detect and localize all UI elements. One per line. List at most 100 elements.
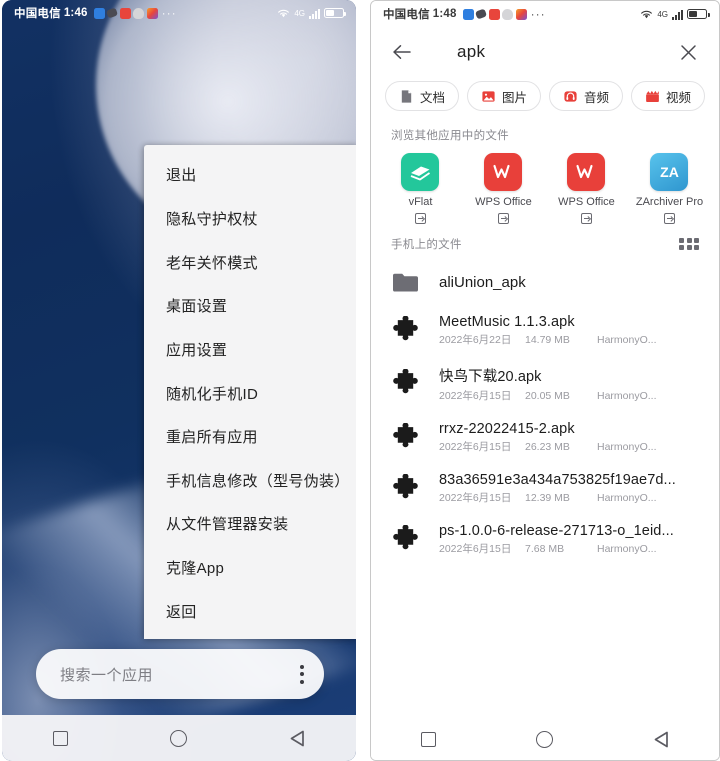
file-row[interactable]: 快鸟下载20.apk 2022年6月15日 20.05 MB HarmonyO.… [371, 356, 719, 412]
app-notification-icon-4 [502, 8, 514, 20]
file-meta: 83a36591e3a434a753825f19ae7d... 2022年6月1… [439, 472, 701, 505]
wifi-icon [641, 10, 653, 18]
menu-item-back[interactable]: 返回 [144, 589, 356, 633]
app-entry-wps-office-1[interactable]: WPS Office [462, 153, 545, 224]
back-button[interactable] [274, 723, 320, 753]
file-row[interactable]: ps-1.0.0-6-release-271713-o_1eid... 2022… [371, 514, 719, 565]
app-entry-zarchiver-pro[interactable]: ZA ZArchiver Pro [628, 153, 711, 224]
other-apps-section-label: 浏览其他应用中的文件 [390, 130, 509, 142]
filter-chip-audio[interactable]: 音频 [548, 81, 623, 111]
network-type-label: 4G [294, 8, 305, 18]
file-source-label: HarmonyO... [596, 333, 657, 346]
signal-bars-icon [672, 9, 683, 20]
arrow-left-icon [393, 45, 411, 59]
notification-icons [93, 7, 158, 19]
puzzle-glyph [393, 369, 418, 394]
app-name-label: vFlat [408, 196, 433, 208]
left-phone: 中国电信 1:46 ··· 4G 退出 隐私守护权杖 老年关怀模式 桌面设置 应… [2, 0, 356, 761]
apk-puzzle-icon [389, 524, 423, 555]
menu-item-exit[interactable]: 退出 [144, 153, 356, 197]
menu-item-elderly-mode[interactable]: 老年关怀模式 [144, 240, 356, 284]
notification-icons [462, 8, 527, 20]
video-icon [646, 90, 659, 102]
home-button[interactable] [522, 724, 568, 754]
file-size-label: 7.68 MB [524, 542, 565, 555]
menu-item-randomize-device-id[interactable]: 随机化手机ID [144, 371, 356, 415]
back-button[interactable] [638, 724, 684, 754]
screenshot-root: 中国电信 1:46 ··· 4G 退出 隐私守护权杖 老年关怀模式 桌面设置 应… [0, 0, 720, 761]
file-size-label: 12.39 MB [524, 491, 570, 504]
app-search-bar[interactable]: 搜索一个应用 [36, 649, 324, 699]
file-list: aliUnion_apk MeetMusic 1.1.3.apk 2022年6月… [371, 260, 719, 760]
menu-item-device-info-spoof[interactable]: 手机信息修改（型号伪装） [144, 458, 356, 502]
app-notification-icon-4 [133, 7, 145, 19]
file-date-label: 2022年6月22日 [438, 334, 512, 346]
document-icon [401, 89, 412, 103]
right-phone: 中国电信 1:48 ··· 4G apk 文档 图片 音频 视频 浏览其他应用中… [369, 0, 720, 761]
circle-icon [536, 730, 554, 748]
app-entry-wps-office-2[interactable]: WPS Office [545, 153, 628, 224]
left-status-bar: 中国电信 1:46 ··· 4G [2, 0, 356, 26]
files-section-label: 手机上的文件 [390, 239, 462, 251]
home-button[interactable] [156, 723, 202, 753]
right-navigation-bar [370, 718, 719, 760]
recents-button[interactable] [38, 723, 84, 753]
recents-button[interactable] [406, 724, 452, 754]
file-name-label: 快鸟下载20.apk [438, 369, 542, 385]
menu-item-restart-all-apps[interactable]: 重启所有应用 [144, 415, 356, 459]
file-date-label: 2022年6月15日 [438, 492, 512, 504]
menu-item-desktop-settings[interactable]: 桌面设置 [144, 284, 356, 328]
carrier-label: 中国电信 [382, 9, 430, 21]
filter-chip-row: 文档 图片 音频 视频 [371, 77, 719, 123]
file-meta: rrxz-22022415-2.apk 2022年6月15日 26.23 MB … [439, 421, 701, 454]
battery-icon [687, 8, 710, 20]
launcher-context-menu: 退出 隐私守护权杖 老年关怀模式 桌面设置 应用设置 随机化手机ID 重启所有应… [144, 145, 356, 639]
open-external-icon [414, 213, 426, 224]
file-size-label: 26.23 MB [524, 440, 570, 453]
signal-bars-icon [308, 8, 320, 19]
file-meta: 快鸟下载20.apk 2022年6月15日 20.05 MB HarmonyO.… [439, 365, 701, 403]
filter-chip-documents[interactable]: 文档 [384, 81, 459, 111]
file-size-label: 14.79 MB [524, 333, 570, 346]
file-name-label: rrxz-22022415-2.apk [438, 421, 575, 437]
folder-row[interactable]: aliUnion_apk [371, 260, 719, 305]
file-date-label: 2022年6月15日 [438, 543, 512, 555]
close-button[interactable] [675, 39, 701, 65]
vflat-icon [401, 153, 440, 191]
app-notification-icon-1 [93, 7, 105, 19]
file-meta: MeetMusic 1.1.3.apk 2022年6月22日 14.79 MB … [439, 314, 701, 347]
folder-glyph [393, 273, 419, 292]
filter-chip-label: 图片 [501, 90, 527, 105]
wps-office-icon [567, 153, 606, 191]
wifi-icon [278, 9, 290, 17]
square-icon [53, 730, 69, 746]
menu-item-privacy-guard[interactable]: 隐私守护权杖 [144, 197, 356, 241]
open-external-icon [497, 213, 509, 224]
files-section-header: 手机上的文件 [371, 230, 719, 260]
left-navigation-bar [2, 715, 356, 761]
back-arrow-button[interactable] [389, 39, 415, 65]
right-status-bar: 中国电信 1:48 ··· 4G [371, 1, 719, 27]
app-entry-vflat[interactable]: vFlat [379, 153, 462, 224]
file-source-label: HarmonyO... [596, 440, 657, 453]
filter-chip-images[interactable]: 图片 [466, 81, 541, 111]
app-notification-icon-3 [488, 8, 500, 20]
menu-item-install-from-file-manager[interactable]: 从文件管理器安装 [144, 502, 356, 546]
file-row[interactable]: rrxz-22022415-2.apk 2022年6月15日 26.23 MB … [371, 412, 719, 463]
puzzle-glyph [393, 524, 418, 549]
file-row[interactable]: 83a36591e3a434a753825f19ae7d... 2022年6月1… [371, 463, 719, 514]
filter-chip-video[interactable]: 视频 [630, 81, 705, 111]
wps-w-glyph [576, 164, 594, 179]
overflow-menu-icon[interactable] [296, 661, 308, 688]
menu-item-app-settings[interactable]: 应用设置 [144, 328, 356, 372]
grid-view-icon[interactable] [679, 237, 699, 251]
menu-item-clone-app[interactable]: 克隆App [144, 546, 356, 590]
file-sub-row: 2022年6月15日 20.05 MB HarmonyO... [439, 388, 701, 403]
file-sub-row: 2022年6月15日 12.39 MB HarmonyO... [439, 490, 701, 505]
puzzle-glyph [393, 315, 418, 340]
square-icon [421, 731, 437, 747]
picker-header: apk [371, 27, 719, 77]
file-row[interactable]: MeetMusic 1.1.3.apk 2022年6月22日 14.79 MB … [371, 305, 719, 356]
folder-icon [389, 272, 423, 293]
system-status-icons: 4G [277, 7, 347, 19]
